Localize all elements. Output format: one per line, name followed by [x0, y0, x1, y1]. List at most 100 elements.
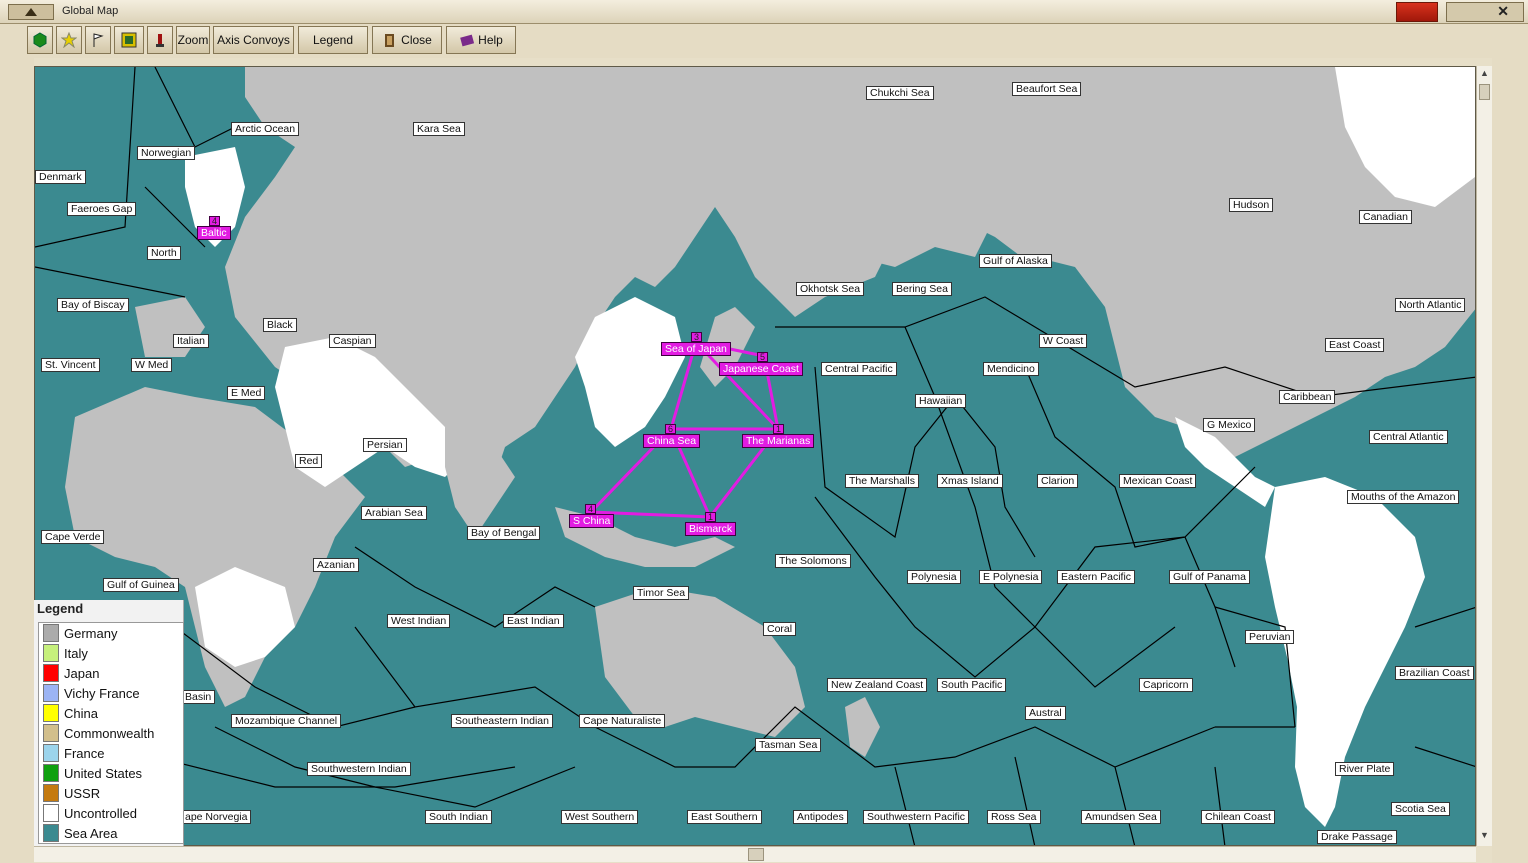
- sea-label[interactable]: Gulf of Panama: [1169, 570, 1250, 584]
- sea-label[interactable]: Arabian Sea: [361, 506, 427, 520]
- window-close-button[interactable]: ✕: [1446, 2, 1524, 22]
- sea-label[interactable]: Xmas Island: [937, 474, 1003, 488]
- scroll-down-icon[interactable]: ▼: [1480, 830, 1489, 840]
- highlighted-sea-label[interactable]: The Marianas: [742, 434, 815, 448]
- sea-label[interactable]: North: [147, 246, 181, 260]
- sea-label[interactable]: Faeroes Gap: [67, 202, 137, 216]
- sea-label[interactable]: Bay of Biscay: [57, 298, 129, 312]
- scroll-thumb[interactable]: [1479, 84, 1490, 100]
- sea-label[interactable]: Southwestern Indian: [307, 762, 411, 776]
- sea-label[interactable]: Brazilian Coast: [1395, 666, 1474, 680]
- vertical-scrollbar[interactable]: ▲ ▼: [1476, 66, 1492, 846]
- sea-label[interactable]: Ross Sea: [987, 810, 1041, 824]
- sea-label[interactable]: Hawaiian: [915, 394, 967, 408]
- sea-label[interactable]: Southeastern Indian: [451, 714, 553, 728]
- highlighted-sea-label[interactable]: Japanese Coast: [719, 362, 803, 376]
- scroll-thumb[interactable]: [748, 848, 764, 861]
- legend-button[interactable]: Legend: [298, 26, 368, 54]
- system-menu-button[interactable]: [8, 4, 54, 20]
- sea-label[interactable]: Southwestern Pacific: [863, 810, 970, 824]
- sea-label[interactable]: East Coast: [1325, 338, 1385, 352]
- sea-label[interactable]: Central Atlantic: [1369, 430, 1448, 444]
- sea-label[interactable]: Clarion: [1037, 474, 1079, 488]
- sea-label[interactable]: The Marshalls: [845, 474, 919, 488]
- sea-label[interactable]: Bering Sea: [892, 282, 952, 296]
- sea-label[interactable]: River Plate: [1335, 762, 1395, 776]
- highlighted-sea-label[interactable]: Sea of Japan: [661, 342, 731, 356]
- sea-label[interactable]: Mouths of the Amazon: [1347, 490, 1460, 504]
- sea-label[interactable]: Drake Passage: [1317, 830, 1397, 844]
- close-button[interactable]: Close: [372, 26, 442, 54]
- sea-label[interactable]: Scotia Sea: [1391, 802, 1450, 816]
- sea-label[interactable]: Antipodes: [793, 810, 848, 824]
- sea-label[interactable]: Chilean Coast: [1201, 810, 1275, 824]
- sea-label[interactable]: Black: [263, 318, 297, 332]
- sea-label[interactable]: Austral: [1025, 706, 1066, 720]
- sea-label[interactable]: Central Pacific: [821, 362, 897, 376]
- sea-label[interactable]: Italian: [173, 334, 210, 348]
- sea-label[interactable]: Gulf of Guinea: [103, 578, 179, 592]
- sea-label[interactable]: Capricorn: [1139, 678, 1193, 692]
- sea-label[interactable]: Canadian: [1359, 210, 1412, 224]
- sea-label[interactable]: Caspian: [329, 334, 376, 348]
- highlighted-sea-label[interactable]: China Sea: [643, 434, 701, 448]
- sea-label[interactable]: Mozambique Channel: [231, 714, 342, 728]
- sea-label[interactable]: Gulf of Alaska: [979, 254, 1052, 268]
- sea-label[interactable]: Arctic Ocean: [231, 122, 300, 136]
- sea-label[interactable]: West Indian: [387, 614, 451, 628]
- sea-label[interactable]: Kara Sea: [413, 122, 465, 136]
- sea-label[interactable]: Cape Verde: [41, 530, 105, 544]
- world-map[interactable]: Arctic Ocean Kara Sea Chukchi Sea Beaufo…: [34, 66, 1476, 846]
- sea-label[interactable]: East Indian: [503, 614, 564, 628]
- sea-label[interactable]: Mexican Coast: [1119, 474, 1197, 488]
- sea-label[interactable]: W Med: [131, 358, 173, 372]
- sea-label[interactable]: Azanian: [313, 558, 359, 572]
- flag-toolbar-button[interactable]: [85, 26, 111, 54]
- sea-label[interactable]: Tasman Sea: [755, 738, 822, 752]
- axis-convoys-button[interactable]: Axis Convoys: [213, 26, 294, 54]
- sea-label[interactable]: Timor Sea: [633, 586, 690, 600]
- scroll-up-icon[interactable]: ▲: [1480, 68, 1489, 78]
- sea-label[interactable]: Persian: [363, 438, 407, 452]
- sea-label[interactable]: St. Vincent: [41, 358, 100, 372]
- sea-label[interactable]: Denmark: [35, 170, 86, 184]
- highlighted-sea-label[interactable]: Bismarck: [685, 522, 737, 536]
- sea-label[interactable]: Amundsen Sea: [1081, 810, 1161, 824]
- sea-label[interactable]: Caribbean: [1279, 390, 1336, 404]
- sea-label[interactable]: Chukchi Sea: [866, 86, 934, 100]
- sea-label[interactable]: East Southern: [687, 810, 762, 824]
- highlighted-sea-label[interactable]: S China: [569, 514, 615, 528]
- sea-label[interactable]: Norwegian: [137, 146, 196, 160]
- sea-label[interactable]: Basin: [181, 690, 216, 704]
- unit-button[interactable]: [147, 26, 173, 54]
- sea-label[interactable]: Cape Naturaliste: [579, 714, 666, 728]
- highlighted-sea-label[interactable]: Baltic: [197, 226, 231, 240]
- hex-button[interactable]: [27, 26, 53, 54]
- sea-label[interactable]: West Southern: [561, 810, 639, 824]
- sea-label[interactable]: Coral: [763, 622, 797, 636]
- sea-label[interactable]: South Indian: [425, 810, 492, 824]
- sea-label[interactable]: W Coast: [1039, 334, 1088, 348]
- flag-button[interactable]: [1396, 2, 1438, 22]
- zoom-button[interactable]: Zoom: [176, 26, 210, 54]
- grid-button[interactable]: [114, 26, 144, 54]
- sea-label[interactable]: South Pacific: [937, 678, 1007, 692]
- sea-label[interactable]: Eastern Pacific: [1057, 570, 1136, 584]
- sea-label[interactable]: North Atlantic: [1395, 298, 1466, 312]
- sea-label[interactable]: E Polynesia: [979, 570, 1043, 584]
- sea-label[interactable]: Bay of Bengal: [467, 526, 541, 540]
- horizontal-scrollbar[interactable]: [34, 846, 1476, 862]
- sea-label[interactable]: The Solomons: [775, 554, 851, 568]
- sea-label[interactable]: Polynesia: [907, 570, 961, 584]
- sea-label[interactable]: New Zealand Coast: [827, 678, 928, 692]
- sea-label[interactable]: Peruvian: [1245, 630, 1295, 644]
- help-button[interactable]: Help: [446, 26, 516, 54]
- sea-label[interactable]: Red: [295, 454, 323, 468]
- sea-label[interactable]: Okhotsk Sea: [796, 282, 865, 296]
- sea-label[interactable]: E Med: [227, 386, 266, 400]
- sea-label[interactable]: Mendicino: [983, 362, 1039, 376]
- sea-label[interactable]: ape Norvegia: [181, 810, 252, 824]
- sea-label[interactable]: Hudson: [1229, 198, 1274, 212]
- sea-label[interactable]: G Mexico: [1203, 418, 1256, 432]
- sea-label[interactable]: Beaufort Sea: [1012, 82, 1082, 96]
